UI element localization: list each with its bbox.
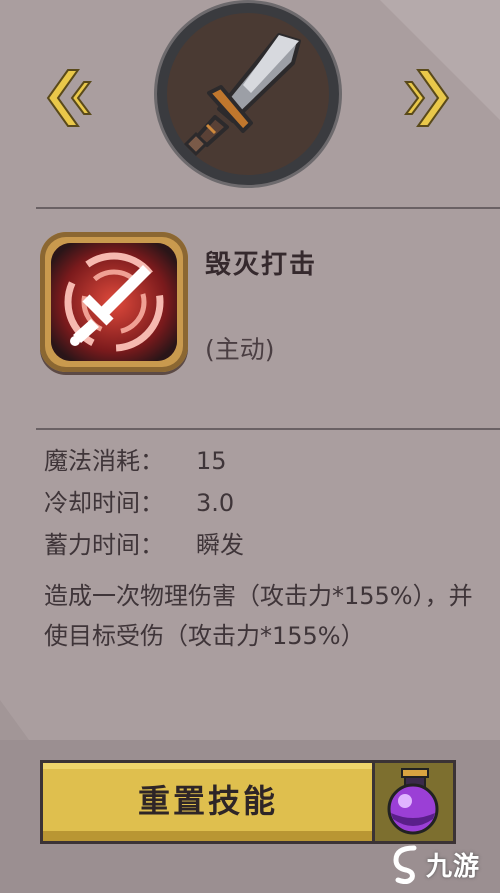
jiuyou-logo-icon [393, 845, 417, 884]
next-weapon-button[interactable] [404, 68, 452, 128]
stat-label: 魔法消耗： [44, 447, 164, 475]
sword-icon [183, 33, 301, 157]
chevron-double-left-icon [46, 69, 92, 127]
prev-weapon-button[interactable] [44, 68, 92, 128]
watermark: 九游 [392, 840, 498, 888]
stat-row-cooldown: 冷却时间： 3.0 [44, 482, 244, 524]
stat-row-mana: 魔法消耗： 15 [44, 440, 244, 482]
divider-middle [36, 428, 500, 430]
reset-skill-button[interactable]: 重置技能 [40, 760, 376, 844]
sword-strike-icon [51, 243, 177, 361]
skill-description: 造成一次物理伤害（攻击力*155%），并使目标受伤（攻击力*155%） [44, 582, 473, 650]
potion-icon [387, 768, 439, 835]
reset-skill-label: 重置技能 [137, 782, 278, 820]
skill-type: (主动) [205, 335, 275, 364]
skill-name: 毁灭打击 [205, 250, 318, 280]
stat-value: 瞬发 [196, 531, 244, 559]
potion-button[interactable] [372, 760, 456, 844]
stat-row-charge: 蓄力时间： 瞬发 [44, 524, 244, 566]
skill-panel: 毁灭打击 (主动) 魔法消耗： 15 冷却时间： 3.0 蓄力时间： 瞬发 造成… [0, 0, 500, 893]
skill-stats: 魔法消耗： 15 冷却时间： 3.0 蓄力时间： 瞬发 [44, 440, 244, 566]
chevron-double-right-icon [404, 69, 450, 127]
stat-value: 3.0 [196, 489, 235, 517]
skill-icon-frame[interactable] [40, 232, 188, 372]
stat-label: 蓄力时间： [44, 531, 164, 559]
divider-top [36, 207, 500, 209]
stat-value: 15 [196, 447, 227, 475]
watermark-text: 九游 [426, 851, 481, 882]
stat-label: 冷却时间： [44, 489, 164, 517]
weapon-display[interactable] [157, 3, 339, 185]
